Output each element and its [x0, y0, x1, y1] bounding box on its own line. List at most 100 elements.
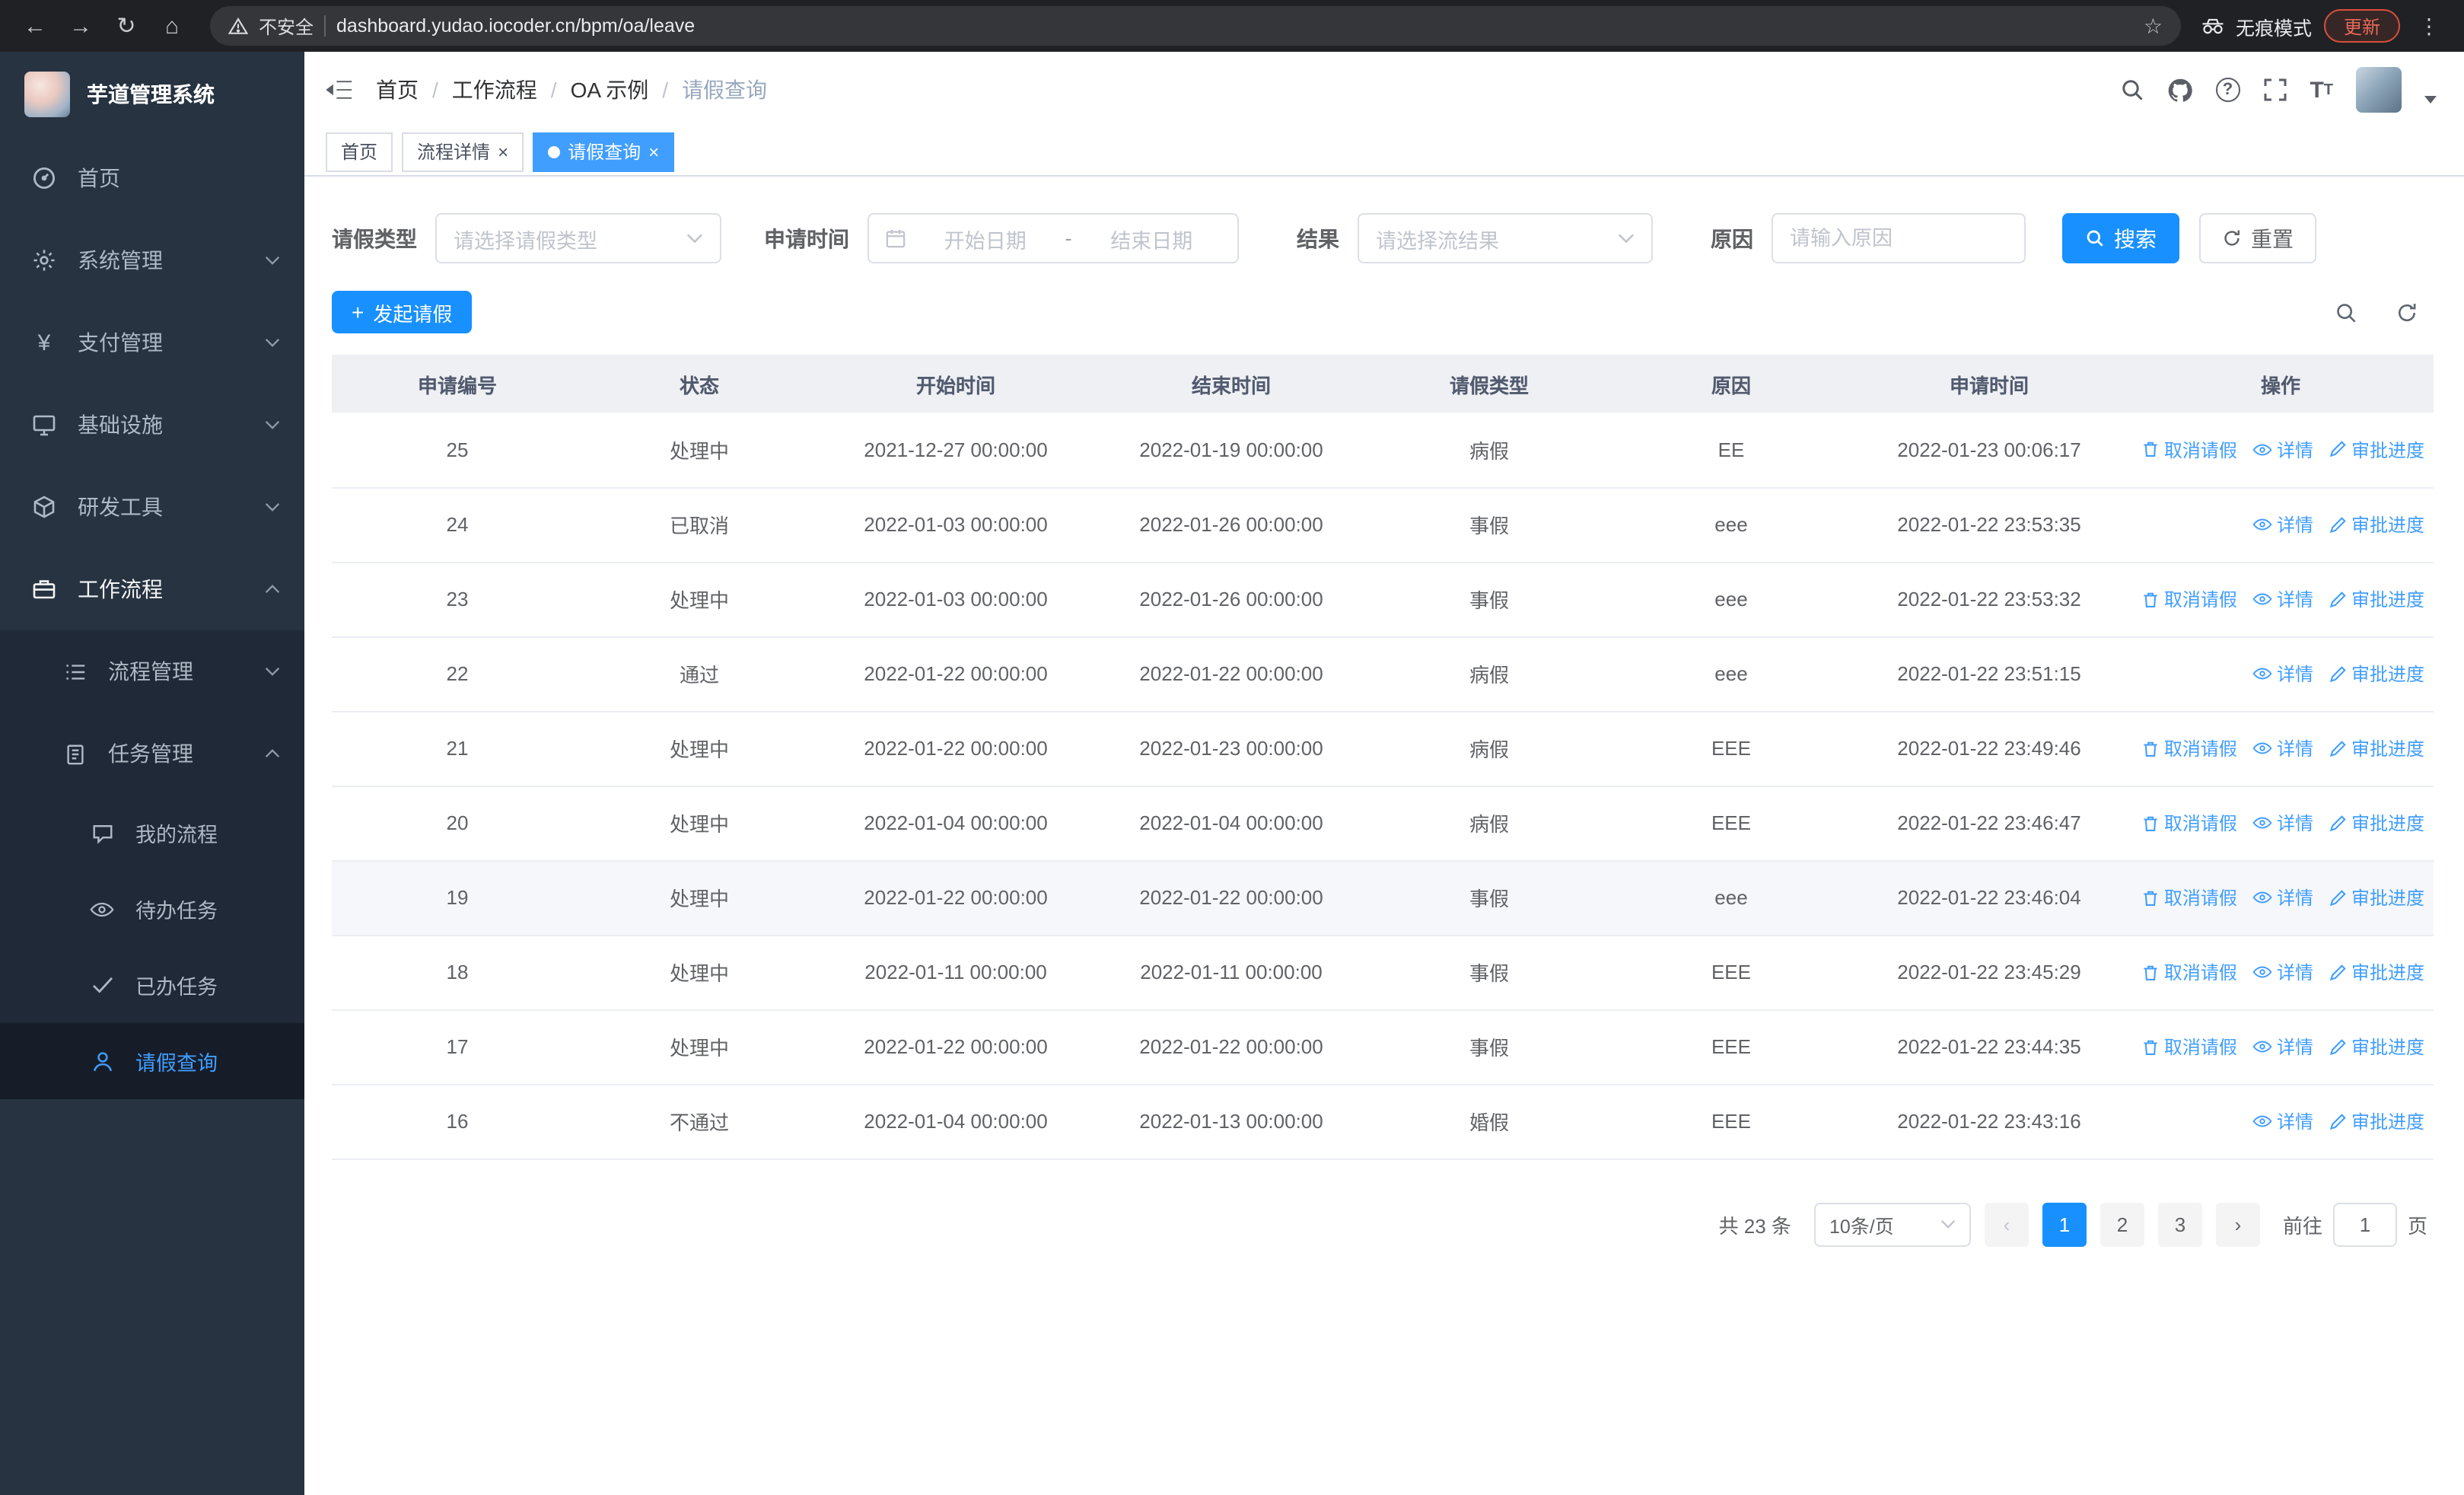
chrome-update-button[interactable]: 更新 [2323, 9, 2400, 43]
cancel-leave-link[interactable]: 取消请假 [2141, 810, 2237, 836]
page-button-1[interactable]: 1 [2042, 1202, 2087, 1246]
tab-leave-query[interactable]: 请假查询 × [533, 132, 675, 171]
start-date-input[interactable]: 开始日期 [916, 223, 1055, 253]
goto-page-input[interactable] [2332, 1202, 2397, 1246]
back-icon[interactable]: ← [15, 6, 55, 46]
tab-home[interactable]: 首页 [326, 132, 393, 171]
chrome-menu-icon[interactable]: ⋮ [2412, 13, 2446, 39]
detail-link[interactable]: 详情 [2252, 885, 2313, 910]
approval-progress-link[interactable]: 审批进度 [2329, 586, 2424, 612]
detail-link[interactable]: 详情 [2252, 1034, 2313, 1060]
cell-start: 2022-01-22 00:00:00 [816, 860, 1096, 936]
table-row: 19 处理中 2022-01-22 00:00:00 2022-01-22 00… [332, 860, 2434, 936]
sidebar-item-label: 任务管理 [108, 741, 193, 766]
approval-progress-link[interactable]: 审批进度 [2329, 735, 2424, 761]
cancel-leave-link[interactable]: 取消请假 [2141, 586, 2237, 612]
cell-status: 处理中 [583, 711, 816, 786]
cancel-leave-link[interactable]: 取消请假 [2141, 1034, 2237, 1060]
approval-progress-link[interactable]: 审批进度 [2329, 1034, 2424, 1060]
detail-link[interactable]: 详情 [2252, 959, 2313, 985]
detail-link[interactable]: 详情 [2252, 512, 2313, 537]
approval-progress-link[interactable]: 审批进度 [2329, 437, 2424, 463]
cell-end: 2022-01-26 00:00:00 [1096, 487, 1367, 563]
leave-type-select[interactable]: 请选择请假类型 [435, 213, 721, 263]
sidebar-item-process-management[interactable]: 流程管理 [0, 630, 304, 712]
create-leave-button[interactable]: + 发起请假 [332, 291, 473, 333]
cell-end: 2022-01-23 00:00:00 [1096, 711, 1367, 786]
end-date-input[interactable]: 结束日期 [1083, 223, 1221, 253]
cancel-leave-link[interactable]: 取消请假 [2141, 437, 2237, 463]
approval-progress-link[interactable]: 审批进度 [2329, 1108, 2424, 1134]
search-toggle-icon[interactable] [2327, 294, 2364, 330]
page-button-3[interactable]: 3 [2157, 1202, 2202, 1246]
cell-applied: 2022-01-22 23:49:46 [1851, 711, 2128, 786]
result-select[interactable]: 请选择流结果 [1358, 213, 1653, 263]
detail-link[interactable]: 详情 [2252, 661, 2313, 687]
help-icon[interactable]: ? [2215, 78, 2240, 102]
apply-time-range-picker[interactable]: 开始日期 - 结束日期 [867, 213, 1239, 263]
detail-link[interactable]: 详情 [2252, 1108, 2313, 1134]
cancel-leave-link[interactable]: 取消请假 [2141, 735, 2237, 761]
sidebar-item-home[interactable]: 首页 [0, 137, 304, 219]
reason-input[interactable] [1773, 215, 2024, 262]
user-icon [88, 1050, 116, 1073]
close-icon[interactable]: × [648, 142, 659, 161]
cell-applied: 2022-01-22 23:53:32 [1851, 562, 2128, 637]
page-button-2[interactable]: 2 [2099, 1202, 2144, 1246]
header-actions: ? TT [2119, 67, 2437, 113]
github-icon[interactable] [2166, 77, 2192, 103]
row-actions: 详情 审批进度 [2128, 1108, 2434, 1134]
approval-progress-link[interactable]: 审批进度 [2329, 512, 2424, 537]
page-size-select[interactable]: 10条/页 [1813, 1202, 1971, 1246]
sidebar-item-task-management[interactable]: 任务管理 [0, 712, 304, 795]
sidebar-item-todo-tasks[interactable]: 待办任务 [0, 871, 304, 947]
cell-end: 2022-01-26 00:00:00 [1096, 562, 1367, 637]
sidebar-item-system[interactable]: 系统管理 [0, 219, 304, 301]
sidebar-item-my-processes[interactable]: 我的流程 [0, 795, 304, 871]
sidebar-item-leave-query[interactable]: 请假查询 [0, 1023, 304, 1099]
sidebar-item-devtools[interactable]: 研发工具 [0, 466, 304, 548]
caret-down-icon[interactable] [2424, 96, 2437, 104]
cell-applied: 2022-01-22 23:51:15 [1851, 636, 2128, 712]
prev-page-button[interactable]: ‹ [1984, 1202, 2029, 1246]
col-header-id: 申请编号 [332, 355, 583, 413]
filter-form: 请假类型 请选择请假类型 申请时间 开始日期 - 结束日期 结果 请选择流结果 … [332, 213, 2434, 263]
forward-icon[interactable]: → [61, 6, 100, 46]
address-bar[interactable]: 不安全 dashboard.yudao.iocoder.cn/bpm/oa/le… [210, 6, 2181, 46]
refresh-icon[interactable] [2388, 294, 2424, 330]
app-logo-row: 芋道管理系统 [0, 52, 304, 137]
search-button[interactable]: 搜索 [2062, 213, 2179, 263]
cancel-leave-link[interactable]: 取消请假 [2141, 885, 2237, 910]
sidebar-item-done-tasks[interactable]: 已办任务 [0, 947, 304, 1023]
bookmark-star-icon[interactable]: ☆ [2144, 13, 2163, 39]
approval-progress-link[interactable]: 审批进度 [2329, 959, 2424, 985]
font-size-icon[interactable]: TT [2310, 77, 2333, 103]
user-avatar[interactable] [2356, 67, 2402, 113]
tab-process-detail[interactable]: 流程详情 × [402, 132, 524, 171]
reset-button[interactable]: 重置 [2199, 213, 2316, 263]
reload-icon[interactable]: ↻ [107, 6, 146, 46]
table-row: 22 通过 2022-01-22 00:00:00 2022-01-22 00:… [332, 636, 2434, 712]
sidebar-item-workflow[interactable]: 工作流程 [0, 548, 304, 630]
sidebar-item-payment[interactable]: ¥ 支付管理 [0, 301, 304, 384]
cancel-leave-link[interactable]: 取消请假 [2141, 959, 2237, 985]
detail-link[interactable]: 详情 [2252, 586, 2313, 612]
approval-progress-link[interactable]: 审批进度 [2329, 810, 2424, 836]
home-icon[interactable]: ⌂ [152, 6, 192, 46]
cell-start: 2022-01-04 00:00:00 [816, 786, 1096, 861]
breadcrumb-item-workflow[interactable]: 工作流程 [452, 75, 537, 105]
approval-progress-link[interactable]: 审批进度 [2329, 661, 2424, 687]
next-page-button[interactable]: › [2215, 1202, 2260, 1246]
detail-link[interactable]: 详情 [2252, 735, 2313, 761]
search-icon[interactable] [2119, 78, 2144, 102]
breadcrumb-item-oa-example[interactable]: OA 示例 [571, 75, 649, 105]
breadcrumb-item-home[interactable]: 首页 [376, 75, 419, 105]
sidebar-collapse-icon[interactable] [326, 78, 353, 102]
detail-link[interactable]: 详情 [2252, 810, 2313, 836]
approval-progress-link[interactable]: 审批进度 [2329, 885, 2424, 910]
fullscreen-icon[interactable] [2262, 78, 2287, 102]
detail-link[interactable]: 详情 [2252, 437, 2313, 463]
close-icon[interactable]: × [498, 142, 508, 161]
sidebar-item-infrastructure[interactable]: 基础设施 [0, 384, 304, 466]
sidebar-item-label: 我的流程 [135, 824, 218, 846]
